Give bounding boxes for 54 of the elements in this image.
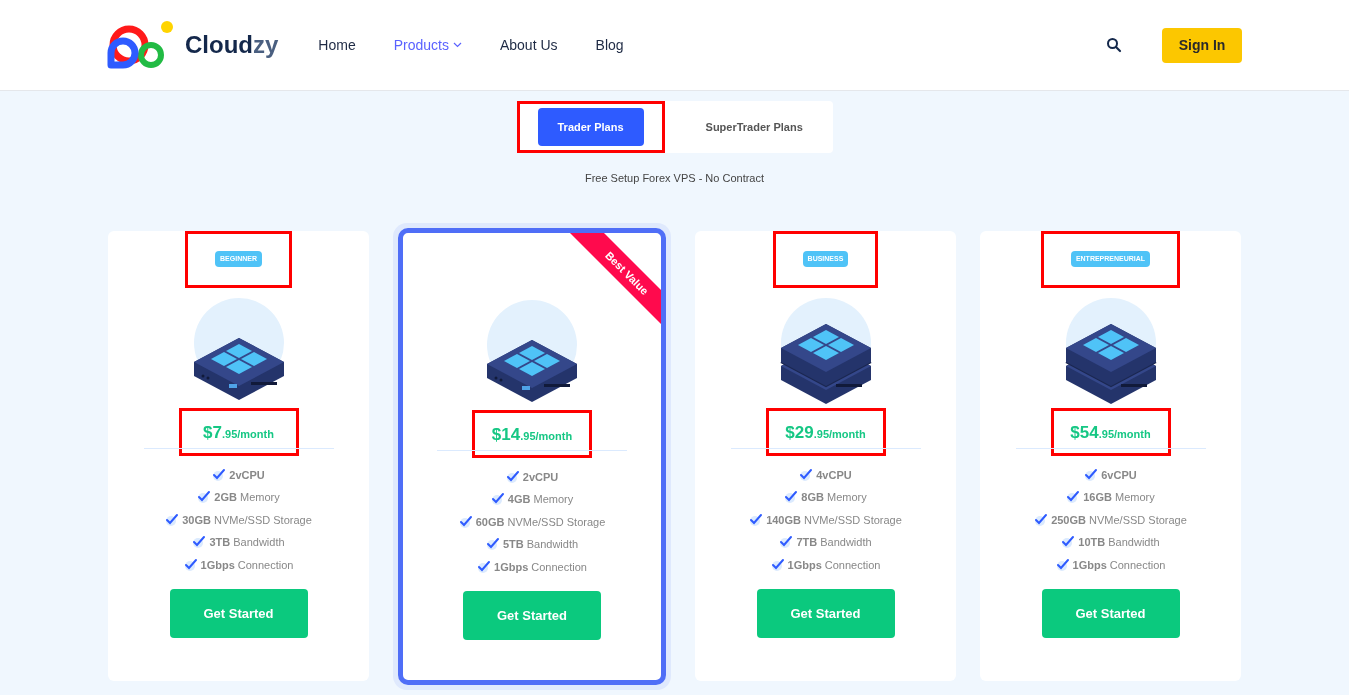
nav-link[interactable]: Blog [595, 34, 624, 56]
check-icon [485, 537, 500, 552]
subtitle: Free Setup Forex VPS - No Contract [584, 171, 765, 186]
feature-text: 2vCPU [522, 469, 559, 485]
check-icon [165, 512, 180, 527]
check-icon [770, 557, 785, 572]
feature-text: 6vCPU [1101, 467, 1137, 483]
check-icon [1061, 535, 1076, 550]
check-icon [1084, 467, 1099, 482]
feature-text: 2GB Memory [214, 490, 280, 505]
feature-text: 140GB NVMe/SSD Storage [766, 512, 902, 528]
check-icon [1034, 512, 1049, 527]
check-icon [1066, 490, 1081, 505]
check-icon [183, 557, 198, 572]
feature-text: 16GB Memory [1083, 490, 1155, 505]
check-icon [1055, 557, 1070, 572]
nav-link[interactable]: Products [393, 34, 462, 56]
price: $7.95/month [203, 421, 274, 444]
price: $54.95/month [1070, 421, 1151, 444]
feature-text: 30GB NVMe/SSD Storage [182, 512, 312, 528]
feature-text: 250GB NVMe/SSD Storage [1051, 512, 1187, 528]
feature-text: 1Gbps Connection [1072, 557, 1166, 573]
check-icon [212, 467, 227, 482]
nav-link[interactable]: Home [318, 34, 356, 56]
check-icon [458, 514, 473, 529]
feature-text: 7TB Bandwidth [796, 535, 872, 550]
feature-text: 4GB Memory [507, 492, 574, 507]
logo-text: Cloudzy [185, 30, 279, 60]
check-icon [749, 512, 764, 527]
price: $29.95/month [785, 421, 866, 444]
feature-text: 10TB Bandwidth [1078, 535, 1160, 550]
feature-text: 3TB Bandwidth [209, 535, 285, 550]
check-icon [799, 467, 814, 482]
check-icon [197, 490, 212, 505]
feature-text: 4vCPU [816, 467, 852, 483]
check-icon [477, 559, 491, 574]
feature-text: 8GB Memory [801, 490, 867, 505]
feature-text: 5TB Bandwidth [502, 537, 579, 552]
plan-tab[interactable]: Trader Plans [537, 108, 644, 146]
feature-text: 1Gbps Connection [787, 557, 881, 573]
plan-tab[interactable]: SuperTrader Plans [685, 108, 823, 146]
feature-text: 60GB NVMe/SSD Storage [475, 514, 606, 530]
feature-text: 1Gbps Connection [494, 559, 587, 575]
nav-link[interactable]: About Us [499, 34, 558, 56]
price: $14.95/month [491, 423, 573, 446]
check-icon [784, 490, 799, 505]
check-icon [490, 492, 505, 507]
feature-text: 2vCPU [229, 467, 265, 483]
check-icon [779, 535, 794, 550]
check-icon [505, 469, 520, 484]
check-icon [192, 535, 207, 550]
sign-in-button[interactable]: Sign In [1162, 27, 1242, 63]
search-icon[interactable] [1106, 37, 1122, 53]
feature-text: 1Gbps Connection [200, 557, 294, 573]
